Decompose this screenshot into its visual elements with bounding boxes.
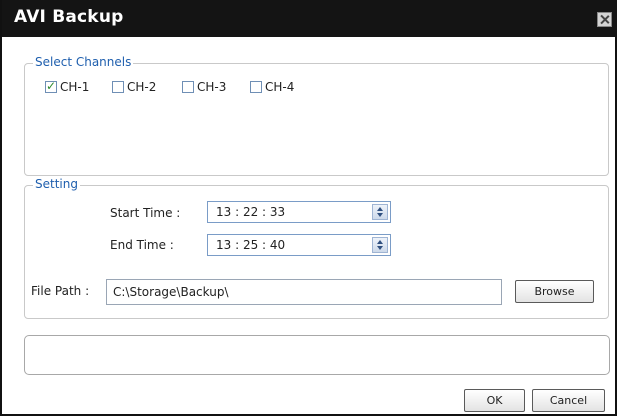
checkbox-icon — [182, 81, 194, 93]
start-time-spinner[interactable]: 13 : 22 : 33 — [207, 201, 391, 223]
title-bar: AVI Backup — [2, 0, 617, 37]
channel-checkbox-ch2[interactable]: CH-2 — [112, 79, 156, 95]
window-title: AVI Backup — [14, 7, 124, 27]
channel-label: CH-2 — [127, 80, 157, 94]
end-time-value: 13 : 25 : 40 — [216, 238, 286, 252]
close-icon[interactable] — [597, 12, 612, 27]
channel-label: CH-1 — [60, 80, 90, 94]
start-time-label: Start Time : — [110, 206, 181, 220]
end-time-label: End Time : — [110, 238, 174, 252]
file-path-input[interactable]: C:\Storage\Backup\ — [106, 279, 502, 305]
channel-checkbox-ch1[interactable]: CH-1 — [45, 79, 89, 95]
start-time-value: 13 : 22 : 33 — [216, 205, 286, 219]
channel-checkbox-ch3[interactable]: CH-3 — [182, 79, 226, 95]
channel-label: CH-3 — [197, 80, 227, 94]
checkbox-icon — [112, 81, 124, 93]
select-channels-legend: Select Channels — [33, 55, 134, 69]
status-box — [24, 335, 610, 375]
file-path-label: File Path : — [31, 284, 90, 298]
checkbox-icon — [250, 81, 262, 93]
browse-button[interactable]: Browse — [515, 280, 594, 303]
file-path-value: C:\Storage\Backup\ — [113, 285, 229, 299]
setting-legend: Setting — [33, 177, 80, 191]
ok-button[interactable]: OK — [464, 389, 525, 412]
avi-backup-dialog: AVI Backup Select Channels CH-1 CH-2 CH-… — [0, 0, 617, 416]
checkbox-checked-icon — [45, 79, 57, 93]
spin-arrows-icon[interactable] — [372, 237, 388, 253]
cancel-button[interactable]: Cancel — [532, 389, 605, 412]
channel-label: CH-4 — [265, 80, 295, 94]
end-time-spinner[interactable]: 13 : 25 : 40 — [207, 234, 391, 256]
spin-arrows-icon[interactable] — [372, 204, 388, 220]
channel-checkbox-ch4[interactable]: CH-4 — [250, 79, 294, 95]
